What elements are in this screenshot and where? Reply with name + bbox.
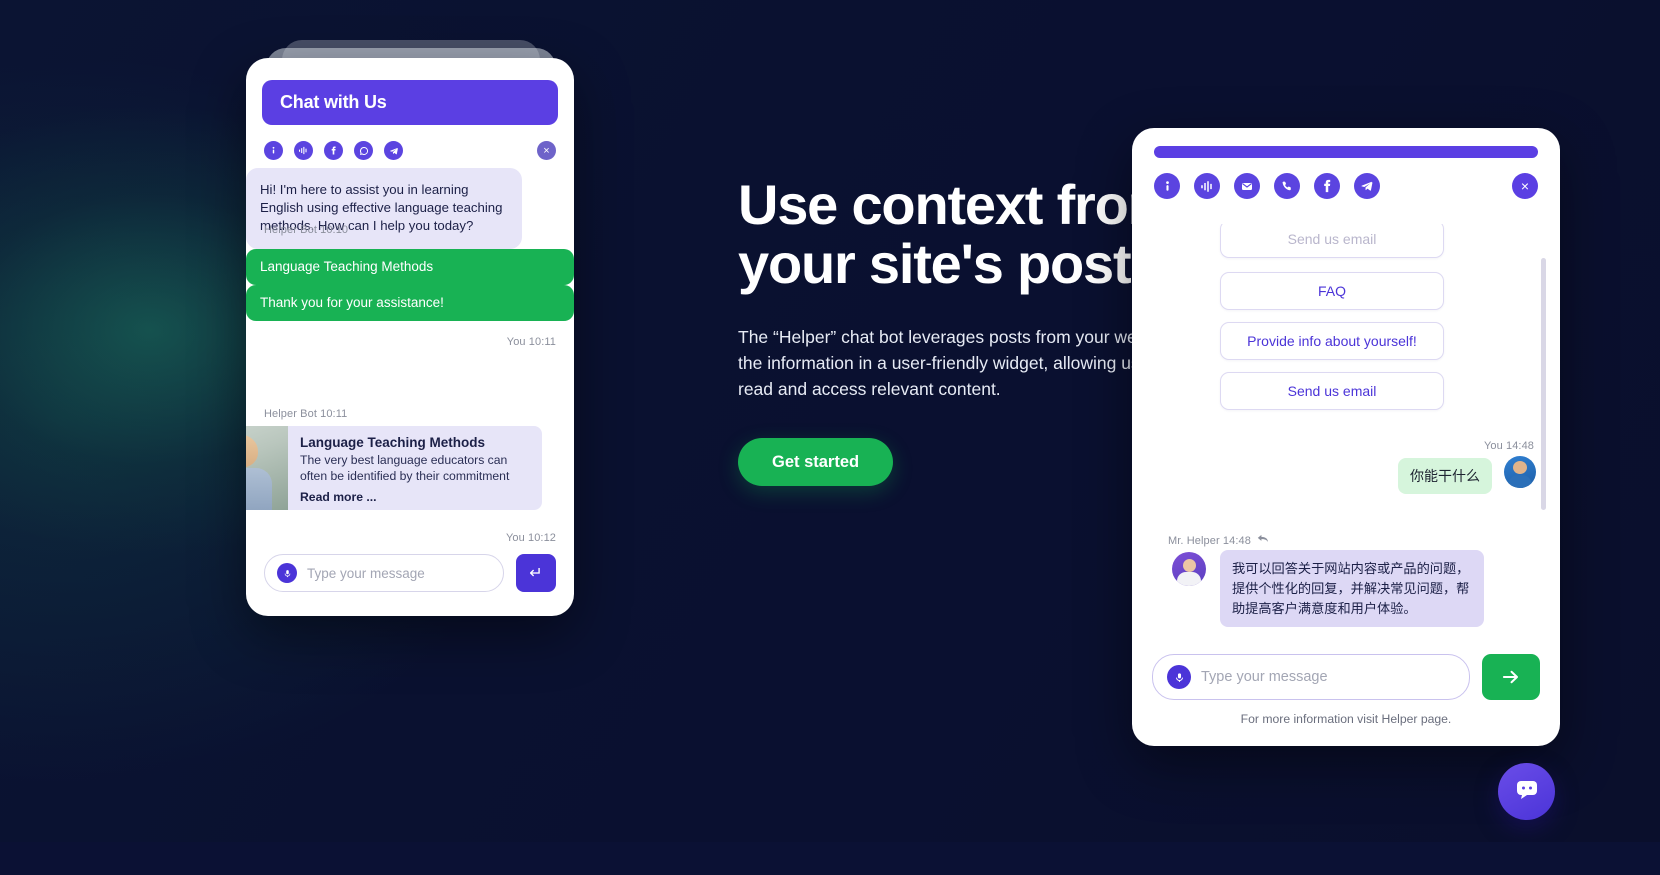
info-icon[interactable] xyxy=(1154,173,1180,199)
chat-widget-right: × Send us email FAQ Provide info about y… xyxy=(1132,128,1560,746)
post-card-title: Language Teaching Methods xyxy=(300,435,486,450)
bot-message-bubble: 我可以回答关于网站内容或产品的问题，提供个性化的回复，并解决常见问题，帮助提高客… xyxy=(1220,550,1484,628)
microphone-icon[interactable] xyxy=(1167,665,1191,689)
send-button[interactable] xyxy=(1482,654,1540,700)
chat-widget-left: Chat with Us × Helper Bot 10:10 Hi! I'm … xyxy=(246,58,574,616)
info-icon[interactable] xyxy=(264,141,283,160)
phone-icon[interactable] xyxy=(1274,173,1300,199)
left-widget-toolbar: × xyxy=(264,141,556,160)
post-card[interactable]: Language Teaching Methods The very best … xyxy=(246,426,542,510)
social-icon-row xyxy=(1154,173,1380,199)
whatsapp-icon[interactable] xyxy=(354,141,373,160)
message-input-placeholder: Type your message xyxy=(1201,669,1328,685)
user-message-bubble: 你能干什么 xyxy=(1398,458,1492,494)
read-more-link[interactable]: Read more ... xyxy=(300,490,530,504)
right-widget-header-bar xyxy=(1154,146,1538,158)
message-meta-helper-label: Mr. Helper 14:48 xyxy=(1168,534,1251,547)
message-meta-you-1: You 10:11 xyxy=(506,336,556,348)
quick-reply-option[interactable]: Send us email xyxy=(1220,224,1444,258)
scrollbar[interactable] xyxy=(1541,258,1546,510)
message-input[interactable]: Type your message xyxy=(264,554,504,592)
quick-reply-option[interactable]: Send us email xyxy=(1220,372,1444,410)
message-meta-you-2: You 10:12 xyxy=(505,532,556,544)
social-icon-row xyxy=(264,141,403,160)
close-icon[interactable]: × xyxy=(1512,173,1538,199)
post-card-body: Language Teaching Methods The very best … xyxy=(288,426,542,510)
telegram-icon[interactable] xyxy=(1354,173,1380,199)
message-meta-bot-2: Helper Bot 10:11 xyxy=(264,408,348,420)
reply-arrow-icon[interactable] xyxy=(1257,534,1269,547)
post-card-thumbnail xyxy=(246,426,288,510)
quick-reply-option[interactable]: Provide info about yourself! xyxy=(1220,322,1444,360)
microphone-icon[interactable] xyxy=(277,563,297,583)
get-started-button[interactable]: Get started xyxy=(738,438,894,487)
close-icon[interactable]: × xyxy=(537,141,556,160)
chat-bubble-icon xyxy=(1514,776,1540,807)
message-meta-you: You 14:48 xyxy=(1483,440,1534,452)
right-widget-composer: Type your message xyxy=(1152,654,1540,700)
facebook-icon[interactable] xyxy=(324,141,343,160)
email-icon[interactable] xyxy=(1234,173,1260,199)
user-message-bubble: Language Teaching Methods xyxy=(246,248,574,285)
post-card-description: The very best language educators can oft… xyxy=(300,453,510,483)
message-input-placeholder: Type your message xyxy=(307,565,425,581)
send-button[interactable]: ↵ xyxy=(516,554,556,592)
avatar xyxy=(1172,552,1206,586)
quick-reply-option[interactable]: FAQ xyxy=(1220,272,1444,310)
user-message-bubble: Thank you for your assistance! xyxy=(246,284,574,322)
message-meta-bot-1: Helper Bot 10:10 xyxy=(264,224,349,236)
message-input[interactable]: Type your message xyxy=(1152,654,1470,700)
bot-message-bubble: Hi! I'm here to assist you in learning E… xyxy=(246,168,522,249)
chat-widget-title: Chat with Us xyxy=(280,92,387,112)
chat-launcher-button[interactable] xyxy=(1498,763,1555,820)
voice-waveform-icon[interactable] xyxy=(1194,173,1220,199)
voice-waveform-icon[interactable] xyxy=(294,141,313,160)
page-background: Use context from your site's posts The “… xyxy=(0,0,1660,875)
chat-widget-title-bar: Chat with Us xyxy=(262,80,558,125)
right-widget-message-list: Send us email FAQ Provide info about you… xyxy=(1132,224,1560,636)
facebook-icon[interactable] xyxy=(1314,173,1340,199)
left-widget-message-list: Helper Bot 10:10 Hi! I'm here to assist … xyxy=(246,168,574,568)
left-widget-composer: Type your message ↵ xyxy=(264,554,556,592)
message-meta-helper: Mr. Helper 14:48 xyxy=(1168,534,1269,547)
right-widget-toolbar: × xyxy=(1154,173,1538,199)
widget-footnote: For more information visit Helper page. xyxy=(1240,712,1452,726)
avatar xyxy=(1504,456,1536,488)
telegram-icon[interactable] xyxy=(384,141,403,160)
